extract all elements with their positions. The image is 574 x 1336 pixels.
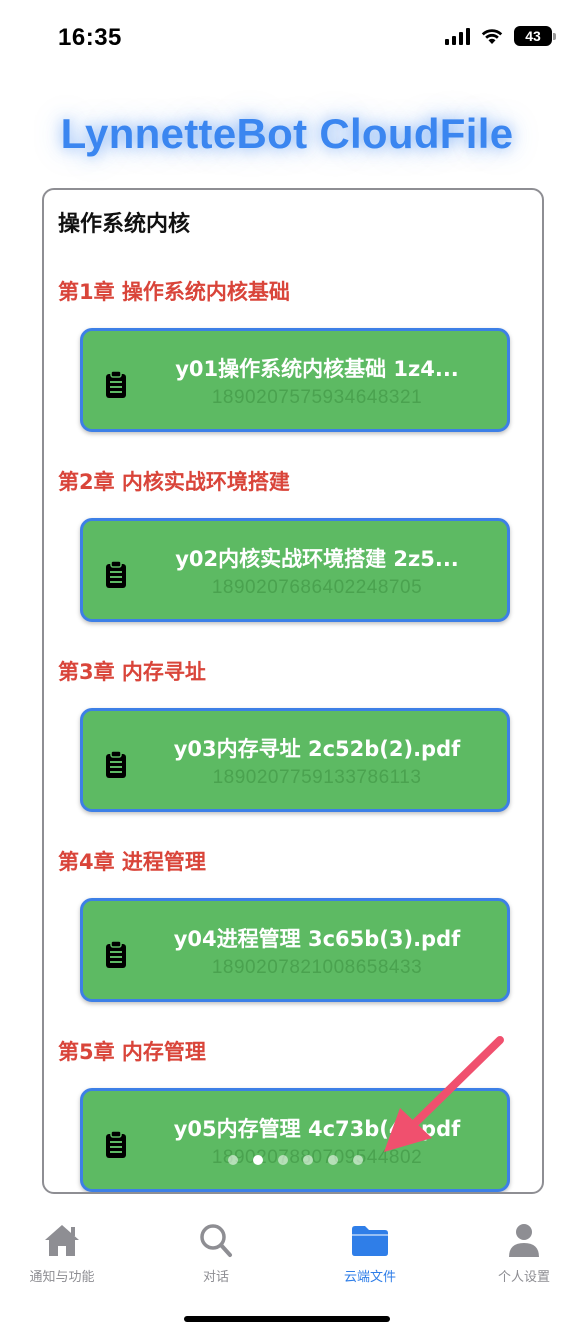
search-icon xyxy=(200,1224,232,1257)
tab-cloud-files[interactable]: 云端文件 xyxy=(310,1212,430,1285)
clipboard-icon xyxy=(106,561,126,588)
file-card[interactable]: y04进程管理 3c65b(3).pdf 1890207821008658433 xyxy=(80,898,510,1002)
tab-chat[interactable]: 对话 xyxy=(156,1212,276,1285)
file-id: 1890207575934648321 xyxy=(211,387,423,408)
file-id: 1890207759133786113 xyxy=(212,767,422,788)
battery-level: 43 xyxy=(525,28,541,44)
person-icon xyxy=(509,1224,539,1257)
tab-label: 通知与功能 xyxy=(29,1270,95,1285)
chapter-title: 第4章 进程管理 xyxy=(58,850,206,874)
file-id: 1890207821008658433 xyxy=(211,957,423,978)
status-time: 16:35 xyxy=(58,24,122,51)
home-icon xyxy=(45,1225,79,1256)
page-dot[interactable] xyxy=(303,1155,313,1165)
home-indicator[interactable] xyxy=(184,1316,390,1322)
file-name: y02内核实战环境搭建 2z5... xyxy=(175,547,459,571)
clipboard-icon xyxy=(106,371,126,398)
chapter-title: 第1章 操作系统内核基础 xyxy=(58,280,290,304)
tab-label: 云端文件 xyxy=(343,1270,396,1285)
tab-bar: 通知与功能 对话 云端文件 个人设置 xyxy=(0,1212,574,1292)
cellular-signal-icon xyxy=(445,27,470,45)
page-dot[interactable] xyxy=(328,1155,338,1165)
panel-heading: 操作系统内核 xyxy=(58,212,191,237)
file-name: y01操作系统内核基础 1z4... xyxy=(175,357,459,381)
tab-label: 对话 xyxy=(202,1270,229,1285)
file-card[interactable]: y01操作系统内核基础 1z4... 1890207575934648321 xyxy=(80,328,510,432)
clipboard-icon xyxy=(106,751,126,778)
battery-icon: 43 xyxy=(514,26,556,46)
file-card[interactable]: y02内核实战环境搭建 2z5... 1890207686402248705 xyxy=(80,518,510,622)
clipboard-icon xyxy=(106,941,126,968)
file-name: y04进程管理 3c65b(3).pdf xyxy=(173,927,461,951)
chapter-title: 第5章 内存管理 xyxy=(58,1040,206,1064)
chapter-title: 第2章 内核实战环境搭建 xyxy=(58,470,290,494)
clipboard-icon xyxy=(106,1131,126,1158)
folder-icon xyxy=(352,1226,388,1256)
page-indicator[interactable] xyxy=(228,1155,363,1165)
status-icons: 43 xyxy=(445,26,556,46)
app-title: LynnetteBot CloudFile xyxy=(60,110,514,157)
page-dot[interactable] xyxy=(228,1155,238,1165)
annotation-arrow xyxy=(384,1036,504,1152)
chapter-title: 第3章 内存寻址 xyxy=(58,660,206,684)
file-card[interactable]: y03内存寻址 2c52b(2).pdf 1890207759133786113 xyxy=(80,708,510,812)
page-dot[interactable] xyxy=(353,1155,363,1165)
tab-settings[interactable]: 个人设置 xyxy=(464,1212,574,1285)
tab-label: 个人设置 xyxy=(497,1270,550,1285)
page-dot[interactable] xyxy=(253,1155,263,1165)
page-dot[interactable] xyxy=(278,1155,288,1165)
wifi-icon xyxy=(481,29,503,44)
file-id: 1890207686402248705 xyxy=(211,577,423,598)
tab-notifications[interactable]: 通知与功能 xyxy=(2,1212,122,1285)
file-name: y03内存寻址 2c52b(2).pdf xyxy=(173,737,461,761)
